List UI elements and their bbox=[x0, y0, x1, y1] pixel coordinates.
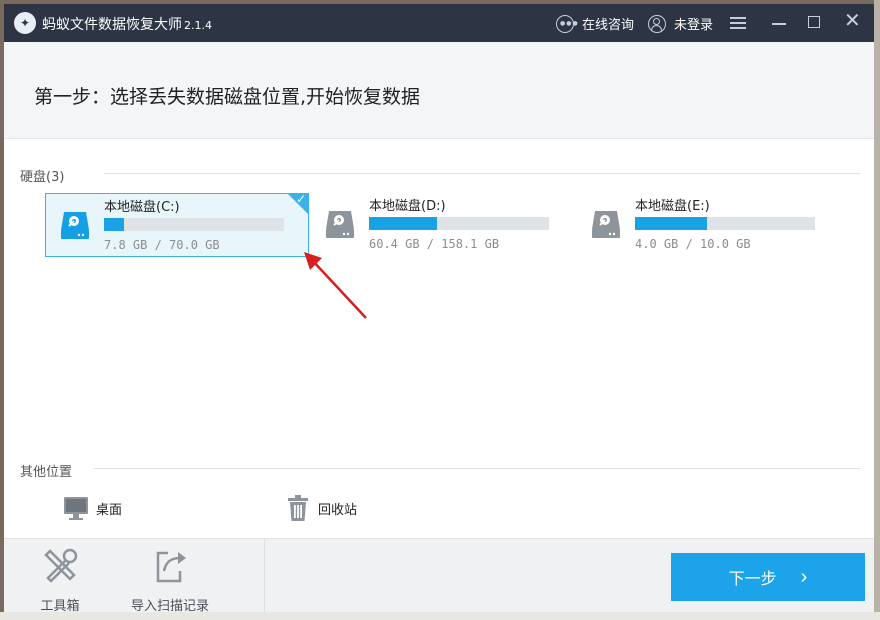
hard-drive-icon bbox=[326, 211, 354, 238]
chevron-right-icon: › bbox=[800, 565, 808, 588]
bottom-divider bbox=[264, 539, 265, 612]
drive-size: 4.0 GB / 10.0 GB bbox=[635, 237, 751, 251]
drive-c[interactable]: 本地磁盘(C:) 7.8 GB / 70.0 GB ✓ bbox=[45, 192, 309, 257]
login-label: 未登录 bbox=[674, 18, 714, 33]
close-button[interactable]: ✕ bbox=[844, 8, 864, 33]
step-header: 第一步：选择丢失数据磁盘位置,开始恢复数据 bbox=[4, 42, 874, 139]
hard-drive-icon bbox=[592, 211, 620, 238]
title-bar: ✦ 蚂蚁文件数据恢复大师 2.1.4 ●●● 在线咨询 未登录 ✕ bbox=[4, 4, 874, 42]
app-version: 2.1.4 bbox=[184, 19, 212, 32]
toolbox-button[interactable]: 工具箱 bbox=[20, 547, 100, 612]
drive-name: 本地磁盘(C:) bbox=[104, 200, 180, 215]
desktop-background bbox=[874, 0, 880, 620]
location-label: 回收站 bbox=[318, 502, 358, 518]
login-button[interactable]: 未登录 bbox=[648, 14, 713, 33]
monitor-icon bbox=[64, 497, 88, 520]
import-icon bbox=[156, 551, 186, 583]
app-title: 蚂蚁文件数据恢复大师 2.1.4 bbox=[42, 14, 212, 34]
app-name: 蚂蚁文件数据恢复大师 bbox=[42, 17, 182, 33]
drive-e[interactable]: 本地磁盘(E:) 4.0 GB / 10.0 GB bbox=[577, 193, 841, 257]
bottom-bar: 工具箱 导入扫描记录 下一步 › bbox=[4, 538, 874, 612]
chat-icon: ●●● bbox=[556, 14, 578, 33]
location-recycle-bin[interactable]: 回收站 bbox=[284, 494, 357, 522]
drive-usage-fill bbox=[104, 218, 124, 231]
drive-usage-bar bbox=[369, 217, 549, 230]
import-scan-record-button[interactable]: 导入扫描记录 bbox=[122, 547, 218, 612]
close-icon: ✕ bbox=[844, 8, 861, 32]
hard-drive-icon bbox=[61, 212, 89, 239]
annotation-arrow-icon bbox=[304, 252, 367, 319]
maximize-icon bbox=[808, 16, 820, 28]
online-consult-label: 在线咨询 bbox=[582, 18, 635, 33]
import-scan-record-label: 导入扫描记录 bbox=[130, 599, 209, 612]
user-icon bbox=[648, 14, 666, 33]
trash-icon bbox=[288, 495, 308, 521]
next-step-button[interactable]: 下一步 › bbox=[671, 553, 865, 601]
menu-icon[interactable] bbox=[730, 14, 750, 34]
drive-usage-bar bbox=[104, 218, 284, 231]
minimize-button[interactable] bbox=[770, 13, 790, 33]
other-section-label: 其他位置 bbox=[20, 465, 73, 480]
drive-name: 本地磁盘(E:) bbox=[635, 199, 710, 214]
toolbox-label: 工具箱 bbox=[40, 599, 80, 612]
drive-name: 本地磁盘(D:) bbox=[369, 199, 446, 214]
disks-section-divider bbox=[104, 173, 860, 174]
drive-usage-bar bbox=[635, 217, 815, 230]
step-title: 第一步：选择丢失数据磁盘位置,开始恢复数据 bbox=[34, 86, 421, 108]
location-desktop[interactable]: 桌面 bbox=[62, 494, 122, 522]
other-section-divider bbox=[94, 468, 860, 469]
drive-usage-fill bbox=[635, 217, 707, 230]
drive-usage-fill bbox=[369, 217, 438, 230]
maximize-button[interactable] bbox=[805, 13, 825, 33]
app-window: ✦ 蚂蚁文件数据恢复大师 2.1.4 ●●● 在线咨询 未登录 ✕ 第一步：选择丢… bbox=[4, 4, 874, 612]
drive-size: 60.4 GB / 158.1 GB bbox=[369, 237, 500, 251]
tools-icon bbox=[44, 548, 78, 583]
disks-section-label: 硬盘(3) bbox=[20, 170, 65, 185]
online-consult-button[interactable]: ●●● 在线咨询 bbox=[556, 14, 634, 33]
app-logo-icon: ✦ bbox=[14, 12, 36, 34]
drive-size: 7.8 GB / 70.0 GB bbox=[104, 238, 220, 252]
check-icon: ✓ bbox=[295, 192, 306, 206]
location-label: 桌面 bbox=[96, 502, 123, 518]
minimize-icon bbox=[772, 23, 786, 25]
desktop-background-bottom bbox=[0, 612, 880, 620]
next-step-label: 下一步 bbox=[728, 571, 777, 588]
